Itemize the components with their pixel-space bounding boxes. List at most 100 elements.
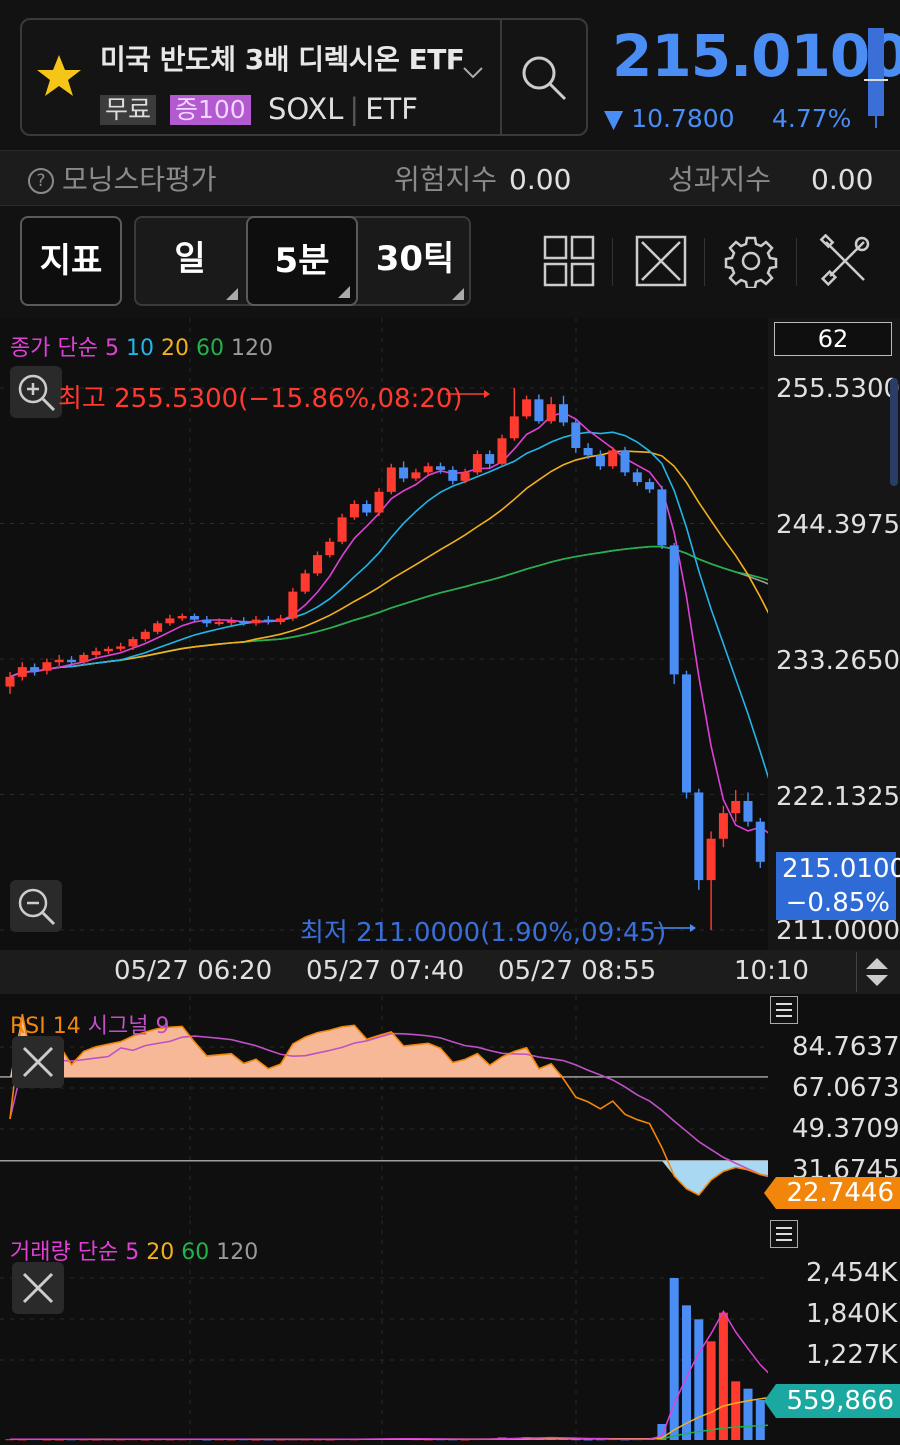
- risk-index: 위험지수 0.00: [394, 158, 571, 198]
- corner-triangle-icon: [452, 288, 464, 300]
- rsi-signal-label: 시그널 9: [87, 1014, 170, 1039]
- candle-body: [362, 503, 372, 513]
- candle-body: [436, 466, 445, 470]
- candle-body: [214, 622, 224, 625]
- asset-type: ETF: [365, 92, 418, 126]
- divider: [704, 238, 705, 286]
- menu-icon: [776, 1003, 792, 1017]
- chevron-down-icon[interactable]: [462, 66, 484, 80]
- resize-updown-icon[interactable]: [864, 956, 890, 988]
- candle-body: [448, 469, 458, 481]
- daily-candle-icon: [864, 28, 888, 128]
- candle-body: [608, 450, 618, 467]
- candle-body: [30, 667, 40, 671]
- price-change-value: 10.7800: [631, 104, 735, 133]
- settings-icon[interactable]: [724, 234, 778, 288]
- axis-scroll-handle[interactable]: [890, 378, 898, 486]
- period-30tick-label: 30틱: [375, 239, 455, 279]
- tools-icon[interactable]: [818, 234, 872, 288]
- ma120-line: [9, 545, 768, 678]
- margin-badge: 증100: [170, 95, 251, 125]
- volume-legend-ma60: 60: [181, 1240, 210, 1265]
- risk-value: 0.00: [509, 163, 572, 196]
- volume-ma20-line: [9, 1396, 768, 1441]
- y-tick: 233.2650: [776, 646, 900, 676]
- ticker-symbol: SOXL: [268, 92, 344, 126]
- period-5min-label: 5분: [274, 241, 330, 281]
- zoom-in-button[interactable]: [10, 366, 62, 418]
- divider: [500, 20, 502, 134]
- volume-menu-button[interactable]: [770, 1220, 798, 1248]
- ticker-line: SOXL | ETF: [268, 92, 418, 126]
- volume-ma5-line: [9, 1309, 768, 1441]
- current-price: 215.0100: [612, 22, 900, 90]
- period-day-label: 일: [174, 239, 206, 279]
- candle-body: [263, 619, 273, 623]
- high-annotation: 최고 255.5300(−15.86%,08:20): [58, 384, 463, 414]
- indicator-button[interactable]: 지표: [20, 216, 122, 306]
- volume-bar: [731, 1381, 741, 1440]
- candle-body: [731, 800, 741, 814]
- legend-ma120: 120: [230, 336, 273, 361]
- candle-body: [399, 467, 409, 479]
- close-rsi-button[interactable]: [12, 1036, 64, 1088]
- period-5min-button[interactable]: 5분: [246, 216, 358, 306]
- candle-body: [571, 422, 581, 449]
- rsi-y-tick: 67.0673: [792, 1073, 900, 1103]
- zoom-in-icon: [18, 374, 56, 412]
- candle-body: [411, 472, 421, 479]
- candle-body: [300, 573, 310, 592]
- expand-icon[interactable]: [634, 234, 688, 288]
- x-tick: 10:10: [734, 956, 809, 986]
- candle-body: [349, 503, 359, 518]
- candle-body: [472, 454, 482, 473]
- y-tick: 211.0000: [776, 916, 900, 946]
- current-pct-label: −0.85%: [776, 886, 896, 920]
- close-icon: [22, 1046, 54, 1078]
- period-30tick-button[interactable]: 30틱: [360, 216, 470, 306]
- rsi-menu-button[interactable]: [770, 996, 798, 1024]
- volume-bar: [743, 1388, 753, 1440]
- help-icon[interactable]: ?: [28, 168, 54, 194]
- divider: [612, 238, 613, 286]
- performance-index: 성과지수 0.00: [668, 158, 873, 198]
- perf-label: 성과지수: [668, 163, 772, 196]
- candle-body: [91, 651, 101, 655]
- rsi-current-value: 22.7446: [786, 1178, 894, 1208]
- low-arrow-head: [690, 924, 696, 932]
- current-price-label: 215.0100: [776, 852, 900, 886]
- favorite-star-icon[interactable]: [34, 52, 84, 102]
- legend-ma20: 20: [160, 336, 189, 361]
- candle-body: [202, 619, 212, 624]
- candle-body: [534, 399, 544, 422]
- ticker-separator: |: [349, 92, 360, 126]
- low-annotation: 최저 211.0000(1.90%,09:45): [300, 918, 667, 948]
- search-icon[interactable]: [518, 52, 570, 104]
- candle-count[interactable]: 62: [774, 322, 892, 356]
- candle-body: [177, 615, 187, 619]
- candle-body: [485, 454, 495, 464]
- legend-ma60: 60: [195, 336, 224, 361]
- candle-body: [632, 472, 642, 483]
- legend-ma5: 5: [104, 336, 119, 361]
- volume-legend-ma20: 20: [146, 1240, 175, 1265]
- candle-body: [17, 667, 27, 677]
- menu-icon: [776, 1227, 792, 1241]
- zoom-out-button[interactable]: [10, 880, 62, 932]
- candle-body: [54, 659, 64, 663]
- volume-y-tick: 1,840K: [806, 1299, 898, 1329]
- candle-body: [645, 482, 655, 490]
- divider: [856, 952, 857, 992]
- volume-legend-ma120: 120: [216, 1240, 259, 1265]
- stock-name[interactable]: 미국 반도체 3배 디렉시온 ETF: [100, 38, 465, 78]
- period-day-button[interactable]: 일: [136, 216, 244, 306]
- morningstar-rating[interactable]: ? 모닝스타평가: [28, 158, 217, 198]
- candle-body: [251, 619, 261, 624]
- volume-bar: [682, 1305, 691, 1440]
- candle-body: [559, 404, 568, 423]
- close-volume-button[interactable]: [12, 1262, 64, 1314]
- candle-body: [460, 472, 470, 481]
- volume-bar: [694, 1319, 704, 1440]
- candle-body: [522, 399, 532, 417]
- grid-icon[interactable]: [542, 234, 596, 288]
